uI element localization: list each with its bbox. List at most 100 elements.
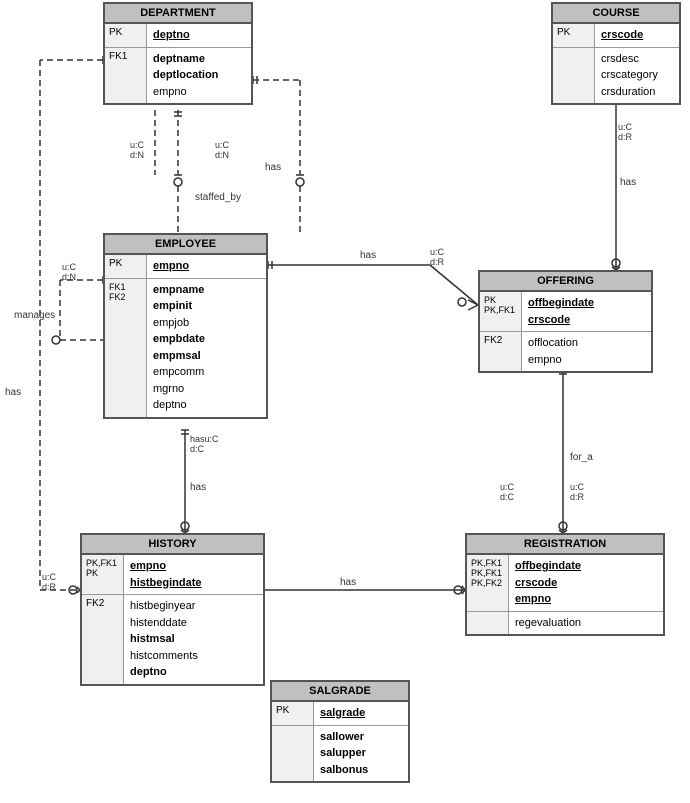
emp-pk-key: PK (105, 255, 147, 278)
offering-crscode: crscode (528, 312, 594, 329)
card-dept-emp-has: u:C (215, 140, 230, 150)
offering-pk-key: PK PK,FK1 (480, 292, 522, 331)
er-diagram: staffed_by has has has has for_a has man… (0, 0, 690, 803)
history-histbeginyear: histbeginyear (130, 598, 198, 615)
employee-entity: EMPLOYEE PK empno FK1 FK2 empname empini… (103, 233, 268, 419)
emp-empname: empname (153, 282, 205, 299)
has-emp-offering-label: has (360, 250, 376, 261)
card-off-reg1: u:C (500, 482, 515, 492)
dept-deptno: deptno (153, 27, 190, 44)
emp-empbdate: empbdate (153, 331, 205, 348)
department-entity: DEPARTMENT PK deptno FK1 deptname deptlo… (103, 2, 253, 105)
course-entity: COURSE PK crscode crsdesc crscategory cr… (551, 2, 681, 105)
course-header: COURSE (553, 4, 679, 24)
salgrade-fk-key (272, 726, 314, 782)
salgrade-salgrade: salgrade (320, 705, 365, 722)
emp-empno: empno (153, 258, 189, 275)
emp-pk-fields: empno (147, 255, 195, 278)
card-dept-hist1: u:C (42, 572, 57, 582)
dept-pk-fields: deptno (147, 24, 196, 47)
history-data-fields: histbeginyear histenddate histmsal histc… (124, 595, 204, 684)
salgrade-header: SALGRADE (272, 682, 408, 702)
dept-empno: empno (153, 84, 218, 101)
dept-pk-key: PK (105, 24, 147, 47)
card-dept-emp-has2: d:N (215, 150, 229, 160)
has-emp-history-label: has (190, 482, 206, 493)
salgrade-salbonus: salbonus (320, 762, 368, 779)
has-hist-reg-label: has (340, 577, 356, 588)
for-a-label: for_a (570, 452, 593, 463)
manages-label: manages (14, 310, 55, 321)
reg-fk-key (467, 612, 509, 635)
card-off-reg4: d:R (570, 492, 585, 502)
salgrade-data-fields: sallower salupper salbonus (314, 726, 374, 782)
dept-data-fields: deptname deptlocation empno (147, 48, 224, 104)
has-course-offering-label: has (620, 177, 636, 188)
card-course-off1: u:C (618, 122, 633, 132)
history-histcomments: histcomments (130, 648, 198, 665)
has-left-label: has (5, 387, 21, 398)
course-pk-fields: crscode (595, 24, 649, 47)
card-off-reg3: u:C (570, 482, 585, 492)
offering-offbegindate: offbegindate (528, 295, 594, 312)
reg-crscode: crscode (515, 575, 581, 592)
offering-empno: empno (528, 352, 578, 369)
offering-offlocation: offlocation (528, 335, 578, 352)
has-dept-emp-label: has (265, 162, 281, 173)
course-fk-key (553, 48, 595, 104)
card-emp-hist2: d:C (190, 444, 205, 454)
staffed-by-label: staffed_by (195, 192, 241, 203)
history-histbegindate: histbegindate (130, 575, 202, 592)
card-off-reg2: d:C (500, 492, 515, 502)
registration-pk-fields: offbegindate crscode empno (509, 555, 587, 611)
course-crscode: crscode (601, 27, 643, 44)
dept-fk1-key: FK1 (105, 48, 147, 104)
offering-header: OFFERING (480, 272, 651, 292)
employee-header: EMPLOYEE (105, 235, 266, 255)
card-dept-emp-staffed: u:C (130, 140, 145, 150)
emp-mgrno: mgrno (153, 381, 205, 398)
dept-deptlocation: deptlocation (153, 67, 218, 84)
emp-data-fields: empname empinit empjob empbdate empmsal … (147, 279, 211, 417)
card-dept-hist2: d:R (42, 582, 57, 592)
offering-pk-fields: offbegindate crscode (522, 292, 600, 331)
card-emp-offering-emp2: d:R (430, 257, 445, 267)
course-crsduration: crsduration (601, 84, 658, 101)
offering-entity: OFFERING PK PK,FK1 offbegindate crscode … (478, 270, 653, 373)
card-emp-hist1: hasu:C (190, 434, 219, 444)
emp-fk-key: FK1 FK2 (105, 279, 147, 417)
salgrade-entity: SALGRADE PK salgrade sallower salupper s… (270, 680, 410, 783)
reg-regevaluation: regevaluation (515, 615, 581, 632)
offering-fk2-key: FK2 (480, 332, 522, 371)
department-header: DEPARTMENT (105, 4, 251, 24)
card-dept-emp-staffed2: d:N (130, 150, 144, 160)
card-manages1: u:C (62, 262, 77, 272)
offering-data-fields: offlocation empno (522, 332, 584, 371)
emp-deptno: deptno (153, 397, 205, 414)
course-crsdesc: crsdesc (601, 51, 658, 68)
reg-offbegindate: offbegindate (515, 558, 581, 575)
history-entity: HISTORY PK,FK1 PK empno histbegindate FK… (80, 533, 265, 686)
emp-empmsal: empmsal (153, 348, 205, 365)
history-histenddate: histenddate (130, 615, 198, 632)
history-pk-fields: empno histbegindate (124, 555, 208, 594)
history-empno: empno (130, 558, 202, 575)
card-course-off2: d:R (618, 132, 633, 142)
history-histmsal: histmsal (130, 631, 198, 648)
card-manages2: d:N (62, 272, 76, 282)
salgrade-salupper: salupper (320, 745, 368, 762)
registration-entity: REGISTRATION PK,FK1 PK,FK1 PK,FK2 offbeg… (465, 533, 665, 636)
reg-empno: empno (515, 591, 581, 608)
history-fk2-key: FK2 (82, 595, 124, 684)
emp-empinit: empinit (153, 298, 205, 315)
salgrade-pk-key: PK (272, 702, 314, 725)
salgrade-sallower: sallower (320, 729, 368, 746)
history-pk-key: PK,FK1 PK (82, 555, 124, 594)
dept-deptname: deptname (153, 51, 218, 68)
registration-header: REGISTRATION (467, 535, 663, 555)
registration-pk-key: PK,FK1 PK,FK1 PK,FK2 (467, 555, 509, 611)
course-pk-key: PK (553, 24, 595, 47)
emp-empcomm: empcomm (153, 364, 205, 381)
card-emp-offering-emp: u:C (430, 247, 445, 257)
emp-empjob: empjob (153, 315, 205, 332)
